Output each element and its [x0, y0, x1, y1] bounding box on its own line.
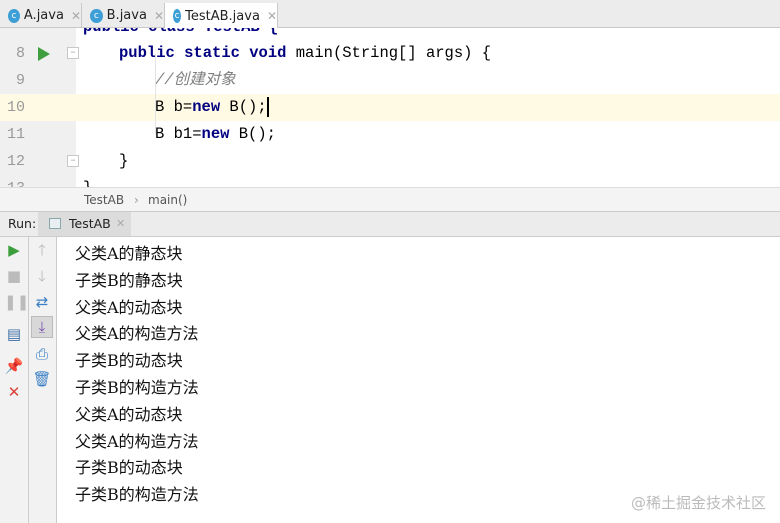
console-line: 子类B的构造方法 [75, 377, 199, 397]
console-line: 父类A的静态块 [75, 244, 183, 263]
class-icon: c [8, 8, 20, 23]
indent-guide [155, 54, 156, 134]
run-label: Run: [8, 216, 37, 231]
close-icon[interactable]: ✕ [116, 212, 125, 236]
code-line: 8− public static void main(String[] args)… [15, 44, 492, 62]
editor-tabs: c A.java ✕ c B.java ✕ c TestAB.java ✕ [0, 0, 780, 29]
console-line: 子类B的动态块 [75, 458, 183, 478]
close-icon[interactable]: ✕ [154, 9, 164, 23]
tab-b-java[interactable]: c B.java ✕ [82, 3, 165, 28]
text-cursor [266, 96, 269, 117]
console-toolbar: 🡑 🡓 ⇄ ⤓ ⎙ 🗑 [29, 237, 57, 523]
tab-a-java[interactable]: c A.java ✕ [0, 3, 82, 28]
close-icon[interactable]: ✕ [71, 9, 81, 23]
close-icon[interactable]: ✕ [267, 9, 277, 23]
console-output: 父类A的静态块 子类B的静态块 父类A的动态块 父类A的构造方法 子类B的动态块… [75, 241, 199, 509]
code-line: 11 B b1=new B(); [6, 125, 276, 143]
breadcrumb: TestAB › main() [0, 187, 780, 211]
code-editor[interactable]: public class TestAB { 8−public static vo… [0, 28, 780, 187]
pin-icon[interactable]: 📌 [4, 356, 24, 376]
layout-icon[interactable]: ▤ [4, 324, 24, 344]
console-line: 父类A的构造方法 [75, 431, 199, 451]
fold-icon[interactable]: − [67, 155, 79, 167]
arrow-down-icon[interactable]: 🡓 [32, 266, 52, 286]
rerun-icon[interactable]: ▶ [4, 240, 24, 260]
code-line: 13} [0, 175, 780, 187]
pause-icon[interactable]: ❚❚ [4, 292, 29, 312]
run-tab-testab[interactable]: TestAB ✕ [38, 212, 131, 236]
code-line: 12−} [6, 152, 129, 170]
fold-icon[interactable]: − [67, 47, 79, 59]
class-icon: c [90, 8, 103, 23]
print-icon[interactable]: ⎙ [32, 344, 52, 364]
console-icon [49, 218, 61, 229]
soft-wrap-icon[interactable]: ⇄ [32, 292, 52, 312]
trash-icon[interactable]: 🗑 [32, 369, 52, 389]
watermark: @稀土掘金技术社区 [630, 494, 766, 512]
tab-testab-java[interactable]: c TestAB.java ✕ [165, 3, 278, 29]
run-panel-header: Run: TestAB ✕ [0, 211, 780, 237]
arrow-up-icon[interactable]: 🡑 [32, 240, 52, 260]
console-line: 子类B的静态块 [75, 270, 183, 290]
close-icon[interactable]: ✕ [4, 382, 24, 402]
console-line: 子类B的动态块 [75, 351, 183, 371]
code-line: 9//创建对象 [15, 71, 236, 89]
breadcrumb-method[interactable]: main() [148, 188, 187, 212]
run-icon[interactable] [38, 47, 50, 61]
stop-icon[interactable]: ■ [4, 266, 24, 286]
runnable-class-icon: c [173, 9, 182, 23]
code-line-current: 10 B b=new B(); [0, 94, 780, 121]
breadcrumb-class[interactable]: TestAB [84, 188, 124, 212]
run-toolbar: ▶ ■ ❚❚ ▤ 📌 ✕ [0, 237, 29, 523]
console-line: 父类A的动态块 [75, 297, 183, 317]
scroll-to-end-icon[interactable]: ⤓ [31, 316, 53, 338]
console-line: 父类A的构造方法 [75, 324, 199, 344]
console-line: 父类A的动态块 [75, 404, 183, 424]
console-line: 子类B的构造方法 [75, 485, 199, 505]
